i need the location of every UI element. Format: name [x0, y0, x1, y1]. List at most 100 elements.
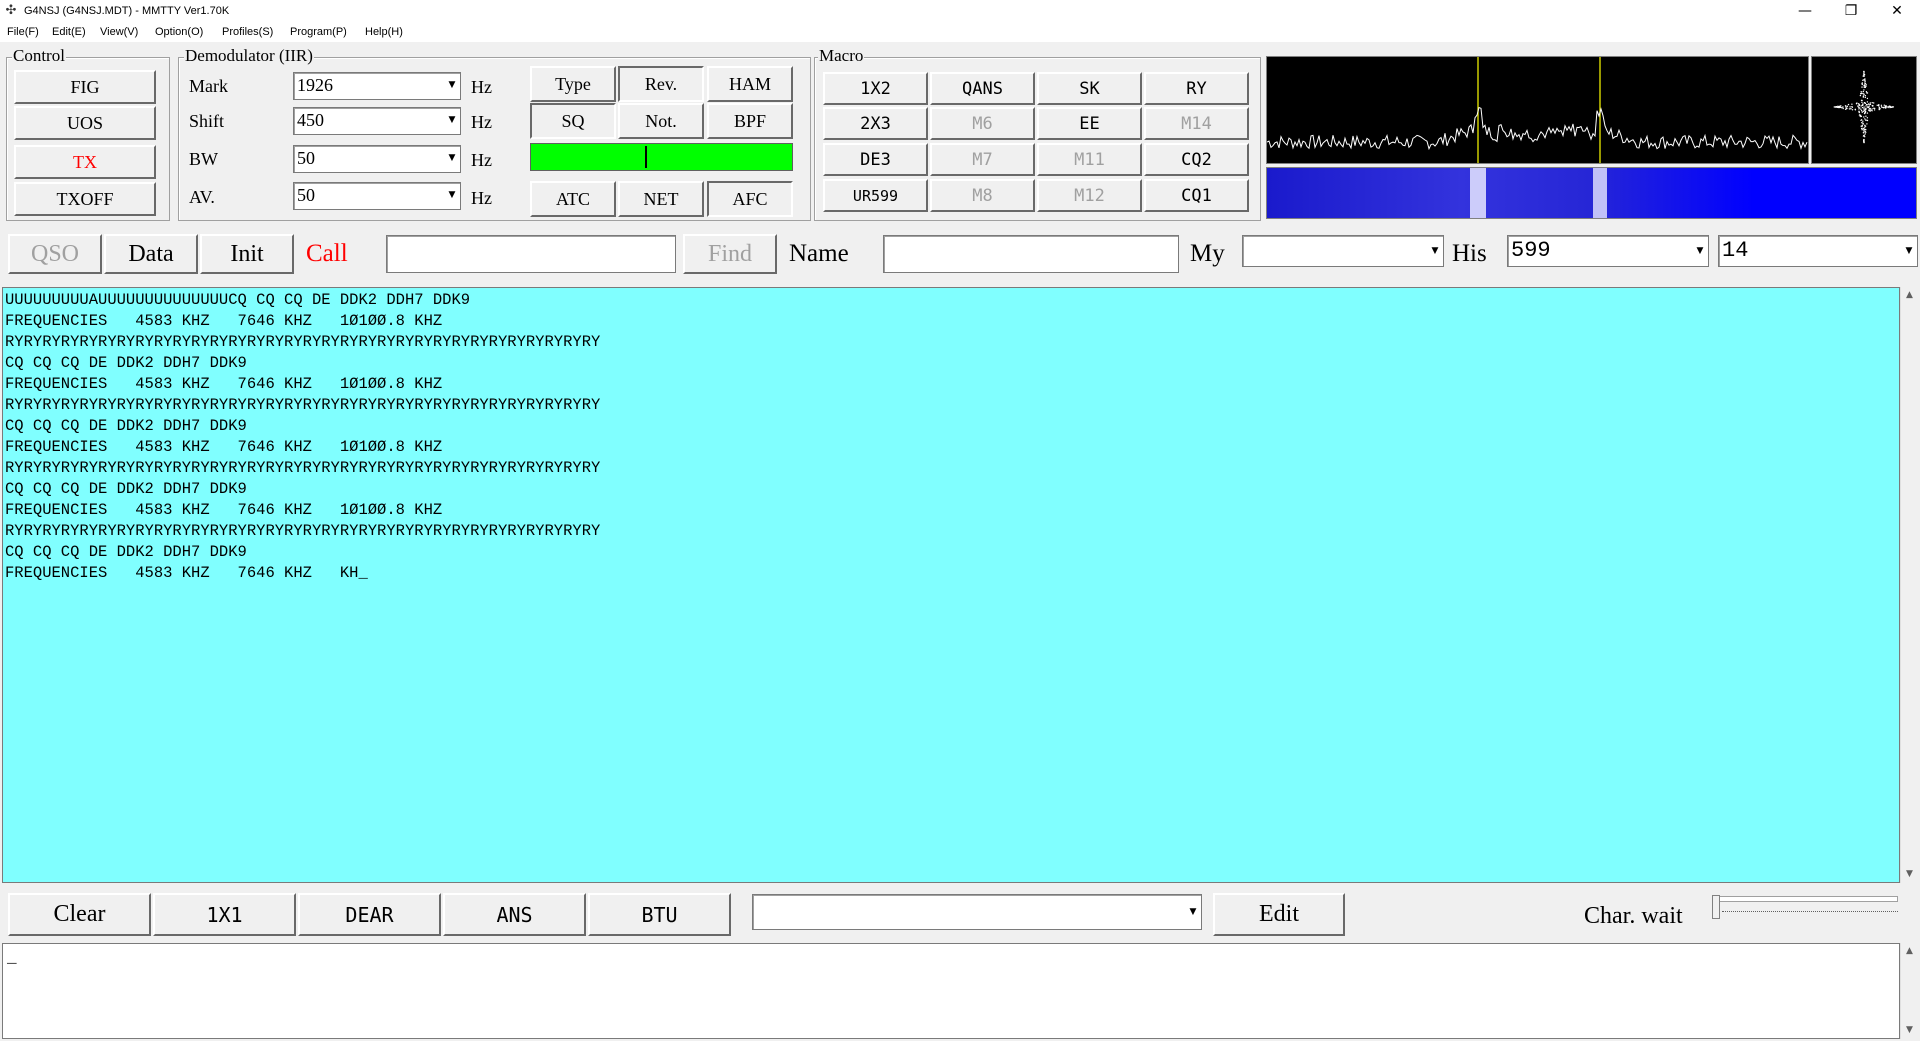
name-input[interactable] — [883, 235, 1179, 273]
menu-help[interactable]: Help(H) — [365, 25, 403, 39]
macro-btu-button[interactable]: BTU — [588, 893, 731, 936]
uos-button[interactable]: UOS — [14, 106, 156, 140]
macro-ry-button[interactable]: RY — [1144, 72, 1249, 105]
macro-ee-button[interactable]: EE — [1037, 107, 1142, 140]
clear-button[interactable]: Clear — [8, 893, 151, 936]
init-button[interactable]: Init — [200, 234, 294, 274]
extra-combo[interactable]: 14 ▼ — [1718, 235, 1918, 267]
macro-m8-button[interactable]: M8 — [930, 179, 1035, 212]
scroll-down-icon[interactable]: ▼ — [1901, 866, 1918, 883]
menu-view[interactable]: View(V) — [100, 25, 138, 39]
waterfall-display[interactable] — [1266, 167, 1917, 219]
sq-button[interactable]: SQ — [530, 103, 616, 139]
chevron-down-icon[interactable]: ▼ — [445, 109, 459, 133]
bw-label: BW — [189, 149, 218, 169]
chevron-down-icon[interactable]: ▼ — [1428, 237, 1442, 265]
xy-scope-dot — [1889, 106, 1892, 108]
char-wait-slider[interactable] — [1712, 895, 1902, 925]
xy-scope-graph — [1833, 70, 1895, 144]
ham-button[interactable]: HAM — [707, 66, 793, 102]
chevron-down-icon[interactable]: ▼ — [1186, 896, 1200, 928]
macro-ans-button[interactable]: ANS — [443, 893, 586, 936]
receive-scrollbar[interactable]: ▲ ▼ — [1900, 287, 1918, 883]
receive-text-pane[interactable]: UUUUUUUUUAUUUUUUUUUUUUUUCQ CQ CQ DE DDK2… — [2, 287, 1900, 883]
xy-scope-dot — [1862, 123, 1864, 125]
macro-qans-button[interactable]: QANS — [930, 72, 1035, 105]
macro-2x3-button[interactable]: 2X3 — [823, 107, 928, 140]
xy-scope-dot — [1861, 92, 1863, 95]
macro-select-combo[interactable]: ▼ — [752, 894, 1202, 930]
chevron-down-icon[interactable]: ▼ — [1902, 237, 1916, 265]
shift-unit: Hz — [471, 112, 492, 132]
call-input[interactable] — [386, 235, 676, 273]
edit-button[interactable]: Edit — [1213, 893, 1345, 936]
macro-dear-button[interactable]: DEAR — [298, 893, 441, 936]
fig-button[interactable]: FIG — [14, 70, 156, 104]
txoff-button[interactable]: TXOFF — [14, 182, 156, 216]
menu-edit[interactable]: Edit(E) — [52, 25, 86, 39]
av-combo[interactable]: 50 ▼ — [293, 182, 461, 210]
not-button[interactable]: Not. — [618, 103, 704, 139]
chevron-down-icon[interactable]: ▼ — [445, 74, 459, 98]
macro-m14-button[interactable]: M14 — [1144, 107, 1249, 140]
xy-scope-dot — [1882, 106, 1885, 109]
macro-m7-button[interactable]: M7 — [930, 143, 1035, 176]
macro-m11-button[interactable]: M11 — [1037, 143, 1142, 176]
menu-profiles[interactable]: Profiles(S) — [222, 25, 273, 39]
macro-m12-button[interactable]: M12 — [1037, 179, 1142, 212]
bpf-button[interactable]: BPF — [707, 103, 793, 139]
mark-combo[interactable]: 1926 ▼ — [293, 72, 461, 100]
menu-file[interactable]: File(F) — [7, 25, 39, 39]
macro-sk-button[interactable]: SK — [1037, 72, 1142, 105]
transmit-text-pane[interactable]: _ — [2, 943, 1900, 1039]
macro-m6-button[interactable]: M6 — [930, 107, 1035, 140]
menu-program[interactable]: Program(P) — [290, 25, 347, 39]
macro-1x2-button[interactable]: 1X2 — [823, 72, 928, 105]
macro-de3-button[interactable]: DE3 — [823, 143, 928, 176]
xy-scope-dot — [1869, 102, 1871, 104]
slider-thumb[interactable] — [1712, 895, 1720, 919]
close-icon[interactable]: ✕ — [1874, 0, 1920, 22]
xy-scope-dot — [1860, 110, 1863, 112]
spectrum-display[interactable] — [1266, 56, 1809, 164]
shift-combo[interactable]: 450 ▼ — [293, 107, 461, 135]
atc-button[interactable]: ATC — [530, 181, 616, 217]
tx-button[interactable]: TX — [14, 145, 156, 179]
menu-option[interactable]: Option(O) — [155, 25, 203, 39]
type-button[interactable]: Type — [530, 66, 616, 102]
menu-bar — [0, 22, 1920, 42]
macro-group-title: Macro — [818, 46, 865, 65]
slider-track[interactable] — [1716, 896, 1898, 902]
minimize-icon[interactable]: — — [1782, 0, 1828, 22]
find-button[interactable]: Find — [683, 234, 777, 274]
xy-scope-dot — [1846, 105, 1848, 107]
macro-ur599-button[interactable]: UR599 — [823, 179, 928, 212]
rev-button[interactable]: Rev. — [618, 66, 704, 102]
bw-combo[interactable]: 50 ▼ — [293, 145, 461, 173]
macro-cq1-button[interactable]: CQ1 — [1144, 179, 1249, 212]
scroll-up-icon[interactable]: ▲ — [1901, 287, 1918, 304]
chevron-down-icon[interactable]: ▼ — [445, 184, 459, 208]
xy-scope-dot — [1864, 124, 1866, 127]
macro-cq2-button[interactable]: CQ2 — [1144, 143, 1249, 176]
chevron-down-icon[interactable]: ▼ — [1693, 237, 1707, 265]
qso-button[interactable]: QSO — [8, 234, 102, 274]
afc-button[interactable]: AFC — [707, 181, 793, 217]
scroll-down-icon[interactable]: ▼ — [1901, 1022, 1918, 1039]
data-button[interactable]: Data — [104, 234, 198, 274]
bw-value: 50 — [297, 148, 315, 168]
receive-line: FREQUENCIES 4583 KHZ 7646 KHZ KH_ — [5, 564, 368, 582]
xy-scope-dot — [1864, 80, 1866, 83]
transmit-cursor: _ — [7, 949, 17, 967]
net-button[interactable]: NET — [618, 181, 704, 217]
chevron-down-icon[interactable]: ▼ — [445, 147, 459, 171]
scroll-up-icon[interactable]: ▲ — [1901, 943, 1918, 960]
my-rst-combo[interactable]: ▼ — [1242, 235, 1444, 267]
xy-scope-display[interactable] — [1811, 56, 1917, 164]
xy-scope-dot — [1865, 129, 1867, 131]
his-rst-combo[interactable]: 599 ▼ — [1507, 235, 1709, 267]
xy-scope-dot — [1887, 106, 1889, 108]
macro-1x1-button[interactable]: 1X1 — [153, 893, 296, 936]
maximize-icon[interactable]: ❐ — [1828, 0, 1874, 22]
transmit-scrollbar[interactable]: ▲ ▼ — [1900, 943, 1918, 1039]
